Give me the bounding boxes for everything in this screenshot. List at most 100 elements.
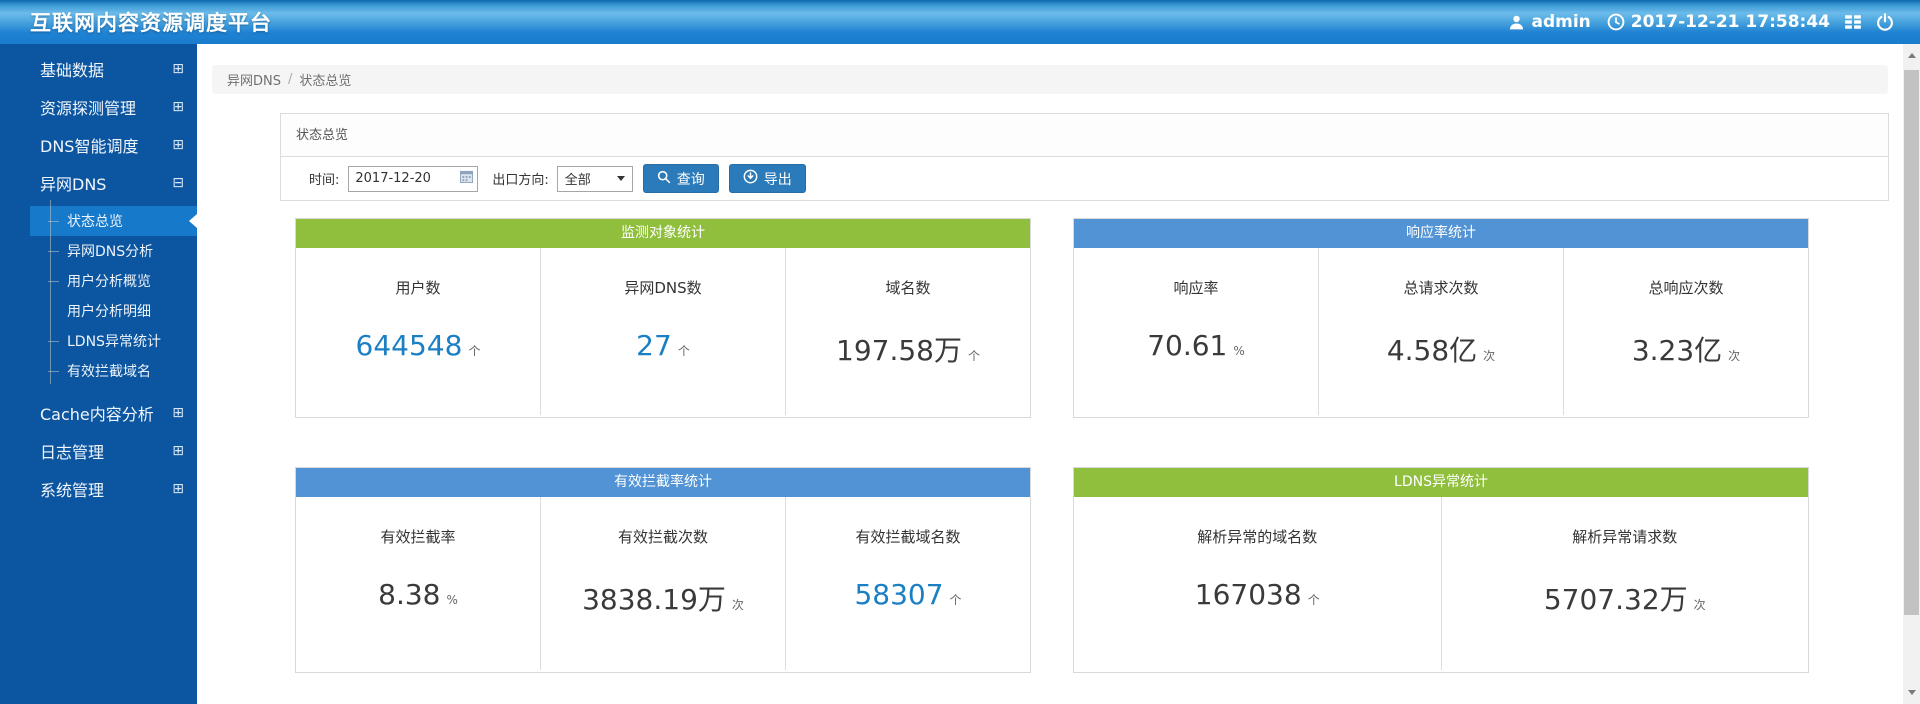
stat-domain-count: 域名数 197.58万个 — [785, 248, 1030, 415]
query-button-label: 查询 — [677, 169, 705, 189]
submenu-item-label: 异网DNS分析 — [67, 241, 153, 261]
submenu-item-effective-block-domains[interactable]: 有效拦截域名 — [0, 356, 197, 386]
clock-icon — [1607, 13, 1625, 31]
power-icon[interactable] — [1876, 13, 1894, 31]
sidebar-item-label: 系统管理 — [40, 477, 104, 501]
expand-plus-icon[interactable]: ⊞ — [172, 444, 184, 458]
expand-plus-icon[interactable]: ⊞ — [172, 138, 184, 152]
sidebar-item-label: 资源探测管理 — [40, 95, 136, 119]
main-content: 异网DNS / 状态总览 状态总览 时间: 2017-12-20 出口方向: 全… — [197, 44, 1903, 704]
stat-unit: 次 — [1483, 347, 1495, 364]
username-label[interactable]: admin — [1531, 12, 1590, 32]
search-icon — [657, 170, 671, 188]
card-header: 监测对象统计 — [296, 219, 1030, 248]
sidebar-item-foreign-dns[interactable]: 异网DNS ⊟ — [0, 164, 197, 202]
stat-value: 197.58万 — [836, 329, 962, 369]
card-header: 有效拦截率统计 — [296, 468, 1030, 497]
top-header-bar: 互联网内容资源调度平台 admin 2017-12-21 17:58:44 — [0, 0, 1920, 44]
status-overview-panel: 状态总览 时间: 2017-12-20 出口方向: 全部 查询 — [280, 113, 1889, 201]
download-circle-icon — [743, 169, 758, 188]
query-button[interactable]: 查询 — [643, 164, 719, 193]
sidebar-item-dns-scheduling[interactable]: DNS智能调度 ⊞ — [0, 126, 197, 164]
stat-value: 5707.32万 — [1544, 578, 1688, 618]
tree-line — [50, 200, 51, 384]
submenu-item-label: 用户分析明细 — [67, 301, 151, 321]
stat-anomaly-domain-count: 解析异常的域名数 167038个 — [1074, 497, 1441, 670]
calendar-icon[interactable] — [460, 170, 473, 187]
stat-value: 8.38 — [378, 578, 440, 611]
stat-unit: 个 — [1308, 591, 1320, 608]
stat-value: 167038 — [1195, 578, 1302, 611]
card-monitor-objects: 监测对象统计 用户数 644548 个 异网DNS数 27个 域名数 197.58… — [295, 218, 1031, 418]
sidebar-item-label: Cache内容分析 — [40, 401, 154, 425]
stat-unit: 个 — [950, 591, 962, 608]
stat-value[interactable]: 644548 — [356, 329, 463, 362]
stat-unit: % — [1233, 344, 1244, 358]
direction-select[interactable]: 全部 — [557, 166, 633, 192]
time-label: 时间: — [309, 169, 339, 188]
sidebar-item-system-management[interactable]: 系统管理 ⊞ — [0, 470, 197, 508]
date-input[interactable]: 2017-12-20 — [348, 166, 478, 192]
stat-total-requests: 总请求次数 4.58亿次 — [1318, 248, 1563, 415]
sidebar-item-resource-probe[interactable]: 资源探测管理 ⊞ — [0, 88, 197, 126]
sidebar-item-cache-analysis[interactable]: Cache内容分析 ⊞ — [0, 394, 197, 432]
card-block-rate: 有效拦截率统计 有效拦截率 8.38% 有效拦截次数 3838.19万次 有效拦… — [295, 467, 1031, 673]
stat-total-responses: 总响应次数 3.23亿次 — [1563, 248, 1808, 415]
expand-plus-icon[interactable]: ⊞ — [172, 482, 184, 496]
foreign-dns-submenu: 状态总览 异网DNS分析 用户分析概览 用户分析明细 LDNS异常统计 有效拦截… — [0, 202, 197, 394]
card-ldns-anomaly: LDNS异常统计 解析异常的域名数 167038个 解析异常请求数 5707.3… — [1073, 467, 1809, 673]
submenu-item-foreign-dns-analysis[interactable]: 异网DNS分析 — [0, 236, 197, 266]
sidebar-item-label: 日志管理 — [40, 439, 104, 463]
sidebar-item-label: DNS智能调度 — [40, 133, 138, 157]
scroll-up-arrow-icon[interactable] — [1903, 47, 1920, 64]
header-right-group: admin 2017-12-21 17:58:44 — [1508, 12, 1920, 32]
submenu-item-user-analysis-detail[interactable]: 用户分析明细 — [0, 296, 197, 326]
direction-label: 出口方向: — [492, 169, 548, 188]
stat-unit: 个 — [968, 347, 980, 364]
stat-block-rate: 有效拦截率 8.38% — [296, 497, 540, 670]
stat-label: 响应率 — [1173, 277, 1218, 298]
sidebar-item-log-management[interactable]: 日志管理 ⊞ — [0, 432, 197, 470]
stat-label: 异网DNS数 — [624, 277, 701, 298]
sidebar-item-label: 基础数据 — [40, 57, 104, 81]
stat-value[interactable]: 27 — [636, 329, 672, 362]
expand-plus-icon[interactable]: ⊞ — [172, 62, 184, 76]
export-button[interactable]: 导出 — [729, 164, 806, 193]
date-value: 2017-12-20 — [355, 171, 431, 186]
submenu-item-label: LDNS异常统计 — [67, 331, 161, 351]
tree-tick — [48, 281, 59, 282]
stat-foreign-dns-count: 异网DNS数 27个 — [540, 248, 785, 415]
card-header: 响应率统计 — [1074, 219, 1808, 248]
scrollbar-thumb[interactable] — [1904, 70, 1919, 615]
submenu-item-ldns-anomaly-stats[interactable]: LDNS异常统计 — [0, 326, 197, 356]
stat-value: 70.61 — [1147, 329, 1227, 362]
submenu-item-status-overview[interactable]: 状态总览 — [0, 206, 197, 236]
stat-block-domain-count: 有效拦截域名数 58307个 — [785, 497, 1030, 670]
breadcrumb-parent[interactable]: 异网DNS — [227, 70, 281, 89]
collapse-minus-icon[interactable]: ⊟ — [172, 176, 184, 190]
card-body: 有效拦截率 8.38% 有效拦截次数 3838.19万次 有效拦截域名数 583… — [296, 497, 1030, 670]
stat-label: 用户数 — [395, 277, 440, 298]
stat-value: 3.23亿 — [1632, 329, 1722, 369]
submenu-item-user-analysis-overview[interactable]: 用户分析概览 — [0, 266, 197, 296]
sidebar-item-basic-data[interactable]: 基础数据 ⊞ — [0, 50, 197, 88]
sidebar-nav: 基础数据 ⊞ 资源探测管理 ⊞ DNS智能调度 ⊞ 异网DNS ⊟ 状态总览 异… — [0, 44, 197, 704]
stat-label: 有效拦截率 — [380, 526, 455, 547]
chevron-down-icon — [617, 176, 625, 181]
stat-label: 解析异常请求数 — [1572, 526, 1677, 547]
breadcrumb-separator: / — [288, 72, 292, 87]
tree-tick — [48, 221, 59, 222]
expand-plus-icon[interactable]: ⊞ — [172, 100, 184, 114]
grid-menu-icon[interactable] — [1844, 13, 1862, 31]
vertical-scrollbar[interactable] — [1903, 44, 1920, 704]
expand-plus-icon[interactable]: ⊞ — [172, 406, 184, 420]
stat-value: 4.58亿 — [1387, 329, 1477, 369]
card-body: 用户数 644548 个 异网DNS数 27个 域名数 197.58万个 — [296, 248, 1030, 415]
stat-label: 总响应次数 — [1648, 277, 1723, 298]
tree-tick — [48, 371, 59, 372]
tree-tick — [48, 251, 59, 252]
scroll-down-arrow-icon[interactable] — [1903, 684, 1920, 701]
card-body: 解析异常的域名数 167038个 解析异常请求数 5707.32万次 — [1074, 497, 1808, 670]
filter-toolbar: 时间: 2017-12-20 出口方向: 全部 查询 — [281, 157, 1888, 200]
stat-value[interactable]: 58307 — [854, 578, 943, 611]
